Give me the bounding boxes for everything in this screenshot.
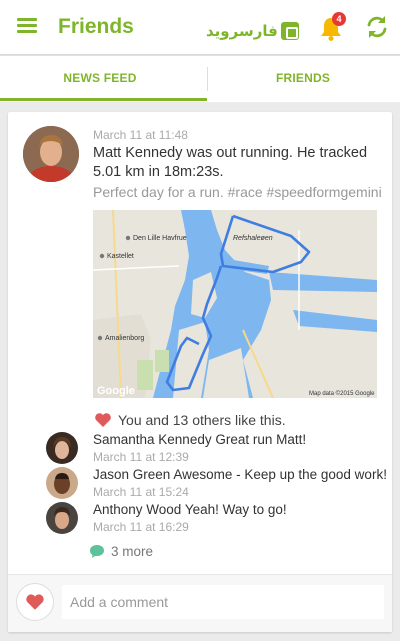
post-timestamp: March 11 at 11:48 xyxy=(93,128,188,142)
comment-body: Awesome - Keep up the good work! xyxy=(173,467,387,482)
menu-icon[interactable] xyxy=(17,18,37,34)
notification-badge: 4 xyxy=(332,12,346,26)
comment-text: Jason Green Awesome - Keep up the good w… xyxy=(93,467,387,482)
avatar[interactable] xyxy=(46,467,78,499)
like-count-text: You and 13 others like this. xyxy=(118,412,286,428)
like-summary: You and 13 others like this. xyxy=(94,410,286,430)
feed-post-card: March 11 at 11:48 Matt Kennedy was out r… xyxy=(8,112,392,632)
map-credit: Map data ©2015 Google xyxy=(309,390,375,397)
commenter-name[interactable]: Anthony Wood xyxy=(93,502,181,517)
map-label-refshalepen: Refshaleøen xyxy=(233,235,273,242)
comment-item: Anthony Wood Yeah! Way to go! March 11 a… xyxy=(46,502,386,536)
app-bar: Friends فارسروید 4 xyxy=(0,0,400,54)
avatar[interactable] xyxy=(46,502,78,534)
heart-icon xyxy=(26,594,44,610)
tab-news-feed[interactable]: NEWS FEED xyxy=(0,56,200,102)
post-author-link[interactable]: Matt Kennedy xyxy=(93,145,182,161)
map-label-amalienborg: Amalienborg xyxy=(105,335,144,342)
commenter-name[interactable]: Jason Green xyxy=(93,467,170,482)
post-text: Matt Kennedy was out running. He tracked… xyxy=(93,144,385,182)
speech-bubble-icon xyxy=(90,545,104,558)
active-tab-indicator xyxy=(0,98,207,101)
comment-text: Anthony Wood Yeah! Way to go! xyxy=(93,502,287,517)
avatar[interactable] xyxy=(23,126,79,182)
avatar[interactable] xyxy=(46,432,78,464)
comment-body: Yeah! Way to go! xyxy=(184,502,287,517)
map-google-logo: Google xyxy=(97,385,135,397)
comment-timestamp: March 11 at 15:24 xyxy=(93,485,189,499)
route-map[interactable]: Refshaleøen Den Lille Havfrue Kastellet … xyxy=(93,210,377,398)
comment-item: Jason Green Awesome - Keep up the good w… xyxy=(46,467,387,501)
comment-text: Samantha Kennedy Great run Matt! xyxy=(93,432,306,447)
like-button[interactable] xyxy=(16,583,54,621)
comment-timestamp: March 11 at 12:39 xyxy=(93,450,189,464)
heart-icon[interactable] xyxy=(94,412,112,428)
more-comments-button[interactable]: 3 more xyxy=(89,542,153,560)
comment-item: Samantha Kennedy Great run Matt! March 1… xyxy=(46,432,386,466)
comment-composer xyxy=(8,574,392,632)
map-label-den-lille-havfrue: Den Lille Havfrue xyxy=(133,235,187,242)
tab-friends[interactable]: FRIENDS xyxy=(203,56,400,102)
comment-body: Great run Matt! xyxy=(215,432,307,447)
commenter-name[interactable]: Samantha Kennedy xyxy=(93,432,212,447)
page-title: Friends xyxy=(58,15,134,38)
refresh-icon[interactable] xyxy=(364,14,390,40)
more-comments-label: 3 more xyxy=(111,543,154,559)
tab-bar: NEWS FEED FRIENDS xyxy=(0,56,400,102)
post-message: Perfect day for a run. #race #speedformg… xyxy=(93,184,382,200)
brand-logo: فارسروید xyxy=(206,20,299,42)
add-comment-input[interactable] xyxy=(62,585,384,619)
comment-timestamp: March 11 at 16:29 xyxy=(93,520,189,534)
brand-bag-icon xyxy=(280,22,299,40)
map-label-kastellet: Kastellet xyxy=(107,253,134,260)
brand-logo-text: فارسروید xyxy=(206,22,278,40)
